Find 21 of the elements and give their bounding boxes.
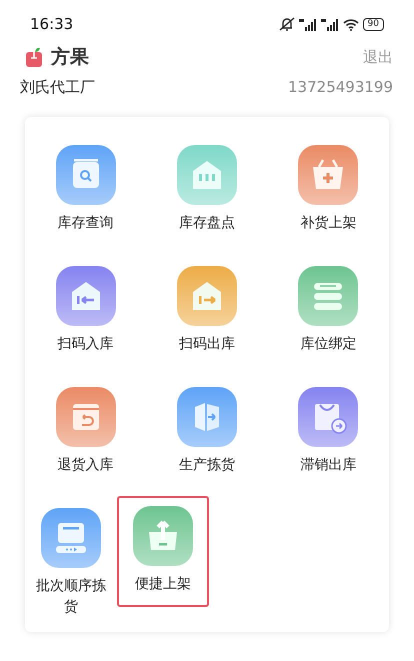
menu-item[interactable]: 便捷上架 — [117, 496, 209, 607]
status-time: 16:33 — [30, 15, 74, 33]
menu-item[interactable]: 生产拣货 — [146, 385, 268, 478]
signal-icon — [298, 18, 317, 30]
menu-item[interactable]: 扫码出库 — [146, 264, 268, 357]
menu-item[interactable]: 滞销出库 — [268, 385, 389, 478]
signal-icon — [320, 18, 339, 30]
mute-bell-icon — [278, 17, 295, 31]
phone-number: 13725493199 — [288, 78, 393, 97]
menu-item[interactable]: 库存查询 — [25, 143, 146, 236]
menu-item[interactable]: 库位绑定 — [268, 264, 389, 357]
menu-item[interactable]: 扫码入库 — [25, 264, 146, 357]
menu-item[interactable]: 批次顺序拣货 — [35, 506, 107, 620]
app-name: 方果 — [51, 45, 89, 70]
menu-item[interactable]: 库存盘点 — [146, 143, 268, 236]
apple-logo-icon — [25, 47, 43, 67]
menu-item[interactable]: 退货入库 — [25, 385, 146, 478]
battery-icon: 90 — [362, 18, 384, 30]
menu-item[interactable]: 补货上架 — [268, 143, 389, 236]
wifi-icon — [342, 18, 359, 30]
company-name: 刘氏代工厂 — [20, 78, 95, 97]
